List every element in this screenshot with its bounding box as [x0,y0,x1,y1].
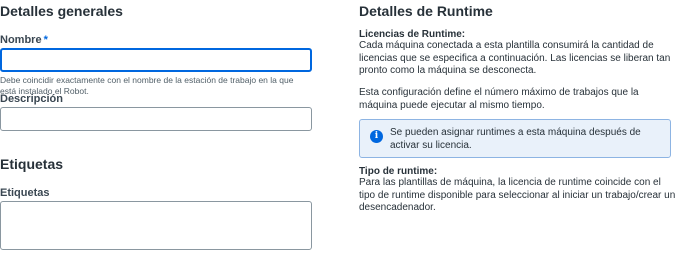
tags-label: Etiquetas [0,187,50,199]
description-input[interactable] [0,107,312,131]
name-input[interactable] [0,48,312,72]
runtime-type-text: Para las plantillas de máquina, la licen… [359,177,676,213]
required-mark: * [43,34,48,46]
name-label: Nombre * [0,34,48,46]
runtime-type-heading: Tipo de runtime: [359,166,438,177]
general-details-title: Detalles generales [0,3,123,19]
name-label-text: Nombre [0,34,42,46]
runtime-licenses-heading: Licencias de Runtime: [359,29,466,40]
tags-input[interactable] [0,201,312,250]
tags-section-title: Etiquetas [0,156,64,172]
runtime-licenses-text: Cada máquina conectada a esta plantilla … [359,40,671,76]
info-icon: i [370,130,383,143]
runtime-details-title: Detalles de Runtime [359,3,493,19]
runtime-info-text: Se pueden asignar runtimes a esta máquin… [390,127,641,151]
runtime-info-banner: i Se pueden asignar runtimes a esta máqu… [359,119,671,158]
description-label: Descripción [0,93,63,105]
runtime-config-text: Esta configuración define el número máxi… [359,87,639,111]
